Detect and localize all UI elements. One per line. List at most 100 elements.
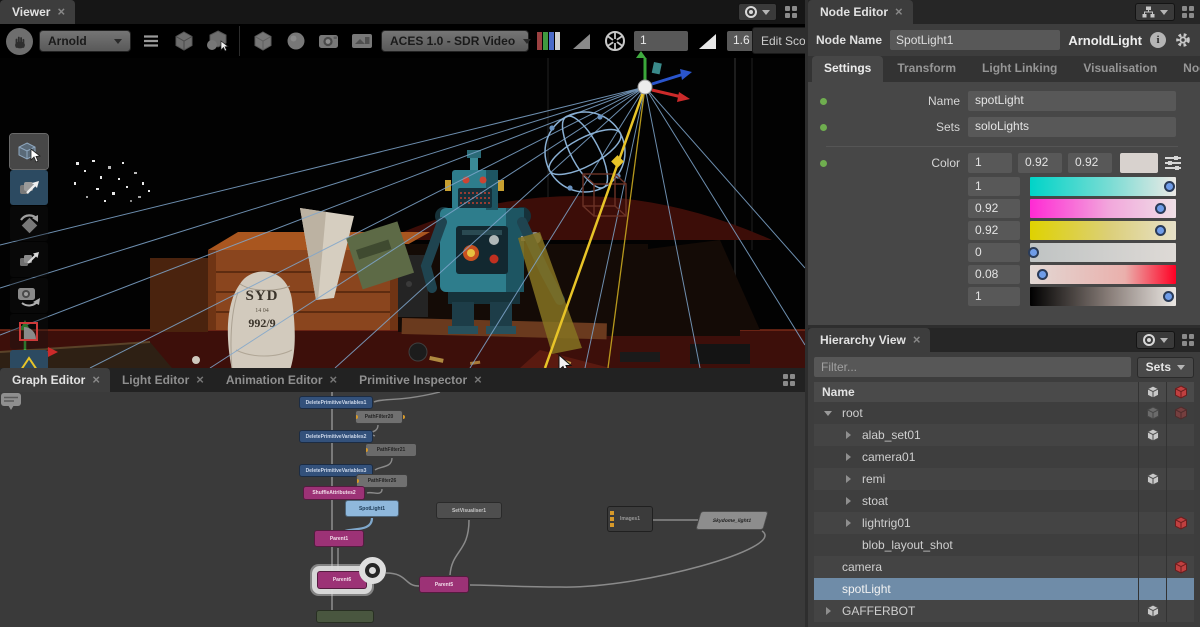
cube-icon[interactable]: [1138, 468, 1166, 490]
selection-mask-button[interactable]: [203, 28, 230, 54]
slider-handle-icon[interactable]: [1163, 291, 1174, 302]
red-cube-icon[interactable]: [1166, 402, 1194, 424]
drawing-mode-button[interactable]: [170, 28, 197, 54]
tab-animation-editor[interactable]: Animation Editor×: [214, 368, 347, 392]
tab-settings[interactable]: Settings: [812, 56, 883, 82]
hierarchy-row-blob_layout_shot[interactable]: blob_layout_shot: [814, 534, 1194, 556]
empty-cell[interactable]: [1138, 490, 1166, 512]
empty-cell[interactable]: [1138, 578, 1166, 600]
focus-node-indicator[interactable]: [359, 557, 386, 584]
channel-select-button[interactable]: [535, 28, 562, 54]
scale-tool-button[interactable]: [10, 242, 48, 277]
panel-menu-icon[interactable]: [1182, 334, 1194, 346]
close-icon[interactable]: ×: [913, 335, 921, 345]
panel-menu-icon[interactable]: [785, 6, 797, 18]
slider-gradient-bar[interactable]: [1030, 265, 1176, 284]
cube-icon[interactable]: [1138, 424, 1166, 446]
renderer-dropdown[interactable]: Arnold: [39, 30, 131, 52]
hierarchy-row-camera[interactable]: camera: [814, 556, 1194, 578]
hierarchy-row-spotLight[interactable]: spotLight: [814, 578, 1194, 600]
color-r-field[interactable]: 1: [968, 153, 1012, 173]
empty-cell[interactable]: [1166, 490, 1194, 512]
empty-cell[interactable]: [1138, 534, 1166, 556]
empty-cell[interactable]: [1166, 446, 1194, 468]
cube-icon[interactable]: [1138, 600, 1166, 622]
hierarchy-row-camera01[interactable]: camera01: [814, 446, 1194, 468]
exposure-field[interactable]: 1: [634, 31, 688, 51]
expand-arrow-icon[interactable]: [842, 497, 854, 505]
hierarchy-row-remi[interactable]: remi: [814, 468, 1194, 490]
close-icon[interactable]: ×: [474, 375, 482, 385]
empty-cell[interactable]: [1138, 446, 1166, 468]
tab-visualisation[interactable]: Visualisation: [1071, 56, 1169, 82]
crop-window-tool-button[interactable]: [10, 314, 48, 349]
graph-node-unnamed[interactable]: [316, 610, 374, 623]
slider-handle-icon[interactable]: [1028, 247, 1039, 258]
empty-cell[interactable]: [1138, 512, 1166, 534]
render-settings-menu-button[interactable]: [137, 28, 164, 54]
pan-tool-button[interactable]: [6, 28, 33, 55]
slider-value-field[interactable]: 0.08: [968, 265, 1020, 284]
slider-handle-icon[interactable]: [1155, 225, 1166, 236]
slider-value-field[interactable]: 1: [968, 177, 1020, 196]
expand-arrow-icon[interactable]: [842, 453, 854, 461]
post-process-button[interactable]: [348, 28, 375, 54]
name-column-header[interactable]: Name: [814, 385, 1138, 399]
translate-tool-button[interactable]: [10, 170, 48, 205]
slider-handle-icon[interactable]: [1037, 269, 1048, 280]
collapse-arrow-icon[interactable]: [822, 411, 834, 416]
tab-light-editor[interactable]: Light Editor×: [110, 368, 214, 392]
expand-arrow-icon[interactable]: [842, 475, 854, 483]
close-icon[interactable]: ×: [57, 7, 65, 17]
graph-canvas[interactable]: DeletePrimitiveVariables1PathFilter20Del…: [0, 392, 805, 627]
cube-icon[interactable]: [1138, 402, 1166, 424]
annotation-icon[interactable]: [0, 392, 22, 412]
empty-cell[interactable]: [1166, 534, 1194, 556]
graph-node-Skydome_light1[interactable]: Skydome_light1: [695, 511, 768, 530]
color-g-field[interactable]: 0.92: [1018, 153, 1062, 173]
graph-node-Images1[interactable]: Images1: [607, 506, 653, 532]
slider-gradient-bar[interactable]: [1030, 243, 1176, 262]
display-transform-dropdown[interactable]: ACES 1.0 - SDR Video: [381, 30, 529, 52]
tab-hierarchy-view[interactable]: Hierarchy View ×: [808, 328, 930, 352]
lookthrough-button[interactable]: [738, 3, 777, 21]
tab-graph-editor[interactable]: Graph Editor×: [0, 368, 110, 392]
node-name-field[interactable]: SpotLight1: [890, 30, 1060, 50]
panel-menu-icon[interactable]: [1182, 6, 1194, 18]
slider-gradient-bar[interactable]: [1030, 287, 1176, 306]
info-icon[interactable]: i: [1150, 32, 1166, 48]
sets-dropdown[interactable]: Sets: [1137, 357, 1194, 378]
expand-arrow-icon[interactable]: [842, 519, 854, 527]
filter-input[interactable]: Filter...: [814, 357, 1131, 377]
expand-arrow-icon[interactable]: [822, 607, 834, 615]
tab-transform[interactable]: Transform: [885, 56, 968, 82]
clipping-toggle-button[interactable]: [568, 28, 595, 54]
tab-light-linking[interactable]: Light Linking: [970, 56, 1069, 82]
color-b-field[interactable]: 0.92: [1068, 153, 1112, 173]
sliders-icon[interactable]: [1164, 155, 1182, 171]
graph-node-DeletePrimitiveVariables1[interactable]: DeletePrimitiveVariables1: [299, 396, 373, 409]
scene-target-button[interactable]: [1136, 331, 1175, 349]
scrollbar[interactable]: [1186, 166, 1198, 325]
graph-node-PathFilter20[interactable]: PathFilter20: [355, 410, 403, 424]
slider-value-field[interactable]: 1: [968, 287, 1020, 306]
gear-icon[interactable]: [1174, 31, 1192, 49]
close-icon[interactable]: ×: [330, 375, 338, 385]
viewport-3d-scene[interactable]: SYD 14 04 992/9: [0, 58, 805, 368]
hierarchy-row-root[interactable]: root: [814, 402, 1194, 424]
hierarchy-row-lightrig01[interactable]: lightrig01: [814, 512, 1194, 534]
tab-viewer[interactable]: Viewer ×: [0, 0, 75, 24]
camera-tool-button[interactable]: [10, 278, 48, 313]
close-icon[interactable]: ×: [92, 375, 100, 385]
slider-value-field[interactable]: 0.92: [968, 199, 1020, 218]
slider-gradient-bar[interactable]: [1030, 221, 1176, 240]
slider-handle-icon[interactable]: [1155, 203, 1166, 214]
rotate-tool-button[interactable]: [10, 206, 48, 241]
slider-gradient-bar[interactable]: [1030, 177, 1176, 196]
hierarchy-row-stoat[interactable]: stoat: [814, 490, 1194, 512]
graph-node-SpotLight1[interactable]: SpotLight1: [345, 500, 399, 517]
graph-node-Parent1[interactable]: Parent1: [314, 530, 364, 547]
tab-primitive-inspector[interactable]: Primitive Inspector×: [347, 368, 492, 392]
empty-cell[interactable]: [1166, 424, 1194, 446]
red-cube-icon[interactable]: [1166, 556, 1194, 578]
